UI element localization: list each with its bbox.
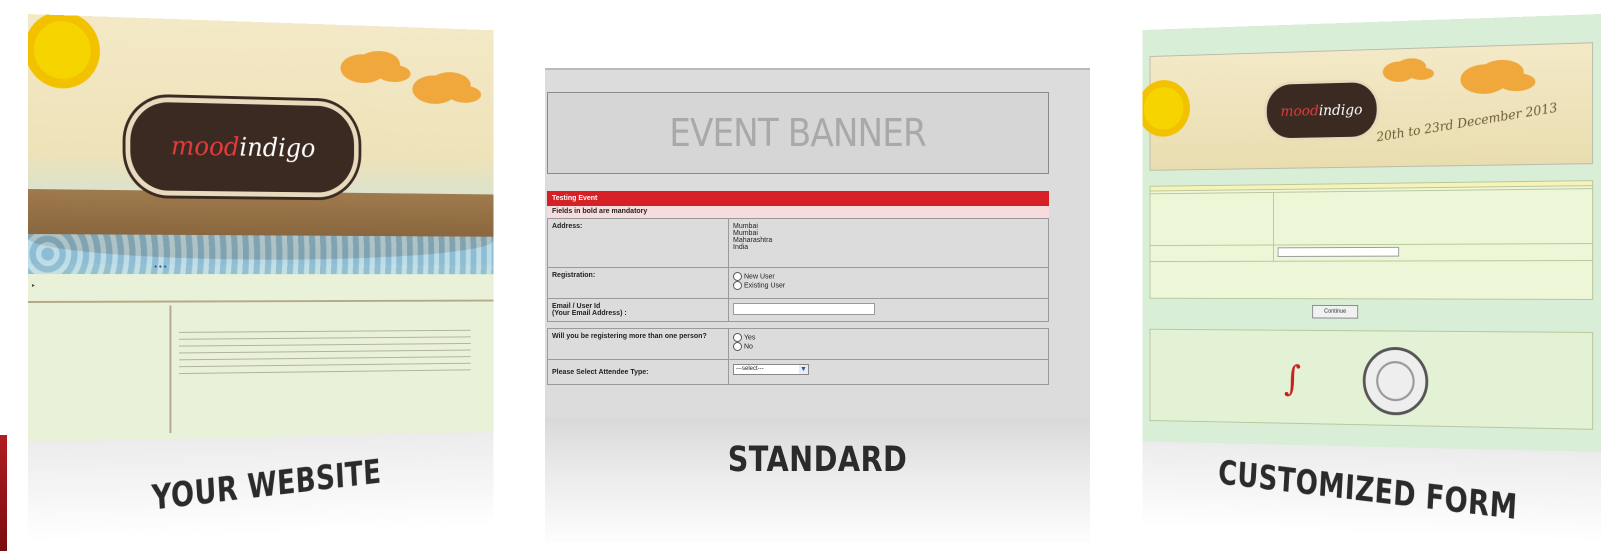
cloud-icon	[412, 75, 456, 105]
multi-person-row: Will you be registering more than one pe…	[547, 328, 1049, 360]
customized-registration-form	[1150, 180, 1594, 300]
attendee-type-select[interactable]: ---select--- ▼	[733, 364, 809, 375]
mood-indigo-logo: moodindigo	[1264, 79, 1379, 141]
caption-customized-form: CUSTOMIZED FORM	[1217, 454, 1518, 528]
address-value: Mumbai Mumbai Maharashtra India	[729, 219, 1048, 267]
registration-row: Registration: New User Existing User	[547, 268, 1049, 299]
logo-text: moodindigo	[171, 132, 315, 164]
customized-banner-illustration: moodindigo 20th to 23rd December 2013	[1150, 42, 1594, 171]
signature-logo-icon: ∫	[1284, 359, 1301, 399]
event-banner-text: EVENT BANNER	[670, 111, 927, 155]
address-row	[1150, 189, 1592, 246]
cloud-icon	[1383, 61, 1416, 82]
continue-button[interactable]: Continue	[1312, 305, 1358, 319]
multi-person-options: Yes No	[729, 329, 1048, 359]
address-label	[1150, 193, 1274, 245]
radio-icon[interactable]	[733, 272, 742, 281]
event-dates: 20th to 23rd December 2013	[1376, 101, 1559, 145]
form-mandatory-note: Fields in bold are mandatory	[547, 206, 1049, 219]
website-nav[interactable]: • • •	[154, 262, 166, 271]
website-panel: moodindigo • • • ▸ YOUR WEBSITE	[28, 14, 493, 542]
registration-label: Registration:	[548, 268, 729, 298]
address-row: Address: Mumbai Mumbai Maharashtra India	[547, 219, 1049, 268]
sun-icon	[28, 14, 106, 96]
website-caption-base: YOUR WEBSITE	[28, 432, 493, 542]
customized-caption-base: CUSTOMIZED FORM	[1143, 441, 1601, 542]
customized-panel: moodindigo 20th to 23rd December 2013 Co…	[1143, 14, 1601, 542]
radio-new-user[interactable]: New User	[733, 272, 1044, 281]
email-field[interactable]	[733, 303, 875, 315]
registration-options: New User Existing User	[729, 268, 1048, 298]
website-sidebar-links[interactable]	[32, 313, 168, 314]
cloud-icon	[1460, 64, 1508, 95]
mood-indigo-logo: moodindigo	[125, 96, 358, 197]
radio-no[interactable]: No	[733, 342, 1044, 351]
radio-icon[interactable]	[733, 342, 742, 351]
radio-icon[interactable]	[733, 333, 742, 342]
multi-person-label: Will you be registering more than one pe…	[548, 329, 729, 359]
email-field[interactable]	[1278, 247, 1399, 257]
radio-yes[interactable]: Yes	[733, 333, 1044, 342]
chevron-down-icon[interactable]: ▼	[799, 365, 808, 374]
logo-text: moodindigo	[1281, 101, 1363, 120]
email-row	[1150, 244, 1592, 262]
address-line: Mumbai	[733, 223, 1044, 230]
attendee-label: Please Select Attendee Type:	[548, 360, 729, 384]
address-line: Maharashtra	[733, 237, 1044, 244]
radio-icon[interactable]	[733, 281, 742, 290]
website-illustration: moodindigo	[28, 14, 493, 265]
email-label: Email / User Id (Your Email Address) :	[548, 299, 729, 321]
address-value	[1274, 189, 1592, 244]
website-divider-vertical	[170, 305, 172, 433]
form-footer-space	[1150, 261, 1592, 299]
caption-standard: STANDARD	[728, 440, 907, 480]
customized-screenshot: moodindigo 20th to 23rd December 2013 Co…	[1143, 14, 1601, 454]
seal-icon	[1363, 347, 1428, 416]
form-header: Testing Event	[547, 191, 1049, 206]
website-divider-horizontal	[28, 300, 493, 303]
address-line: India	[733, 244, 1044, 251]
address-line: Mumbai	[733, 230, 1044, 237]
standard-screenshot: EVENT BANNER Testing Event Fields in bol…	[545, 68, 1090, 420]
email-row: Email / User Id (Your Email Address) :	[547, 299, 1049, 322]
radio-existing-user[interactable]: Existing User	[733, 281, 1044, 290]
event-banner: EVENT BANNER	[547, 92, 1049, 174]
address-label: Address:	[548, 219, 729, 267]
cloud-icon	[340, 54, 385, 84]
email-label	[1150, 245, 1274, 261]
sun-icon	[1143, 75, 1195, 142]
red-edge-accent	[0, 435, 7, 551]
caption-your-website: YOUR WEBSITE	[151, 453, 382, 519]
website-breadcrumb: ▸	[32, 282, 35, 289]
website-screenshot: moodindigo • • • ▸	[28, 14, 493, 459]
standard-panel: EVENT BANNER Testing Event Fields in bol…	[545, 68, 1090, 542]
standard-registration-form: Testing Event Fields in bold are mandato…	[547, 191, 1049, 385]
attendee-row: Please Select Attendee Type: ---select--…	[547, 360, 1049, 385]
standard-caption-base: STANDARD	[545, 418, 1090, 542]
website-content-text	[179, 327, 471, 378]
water-illustration	[28, 234, 493, 274]
sponsor-logos-box: ∫	[1150, 329, 1594, 430]
